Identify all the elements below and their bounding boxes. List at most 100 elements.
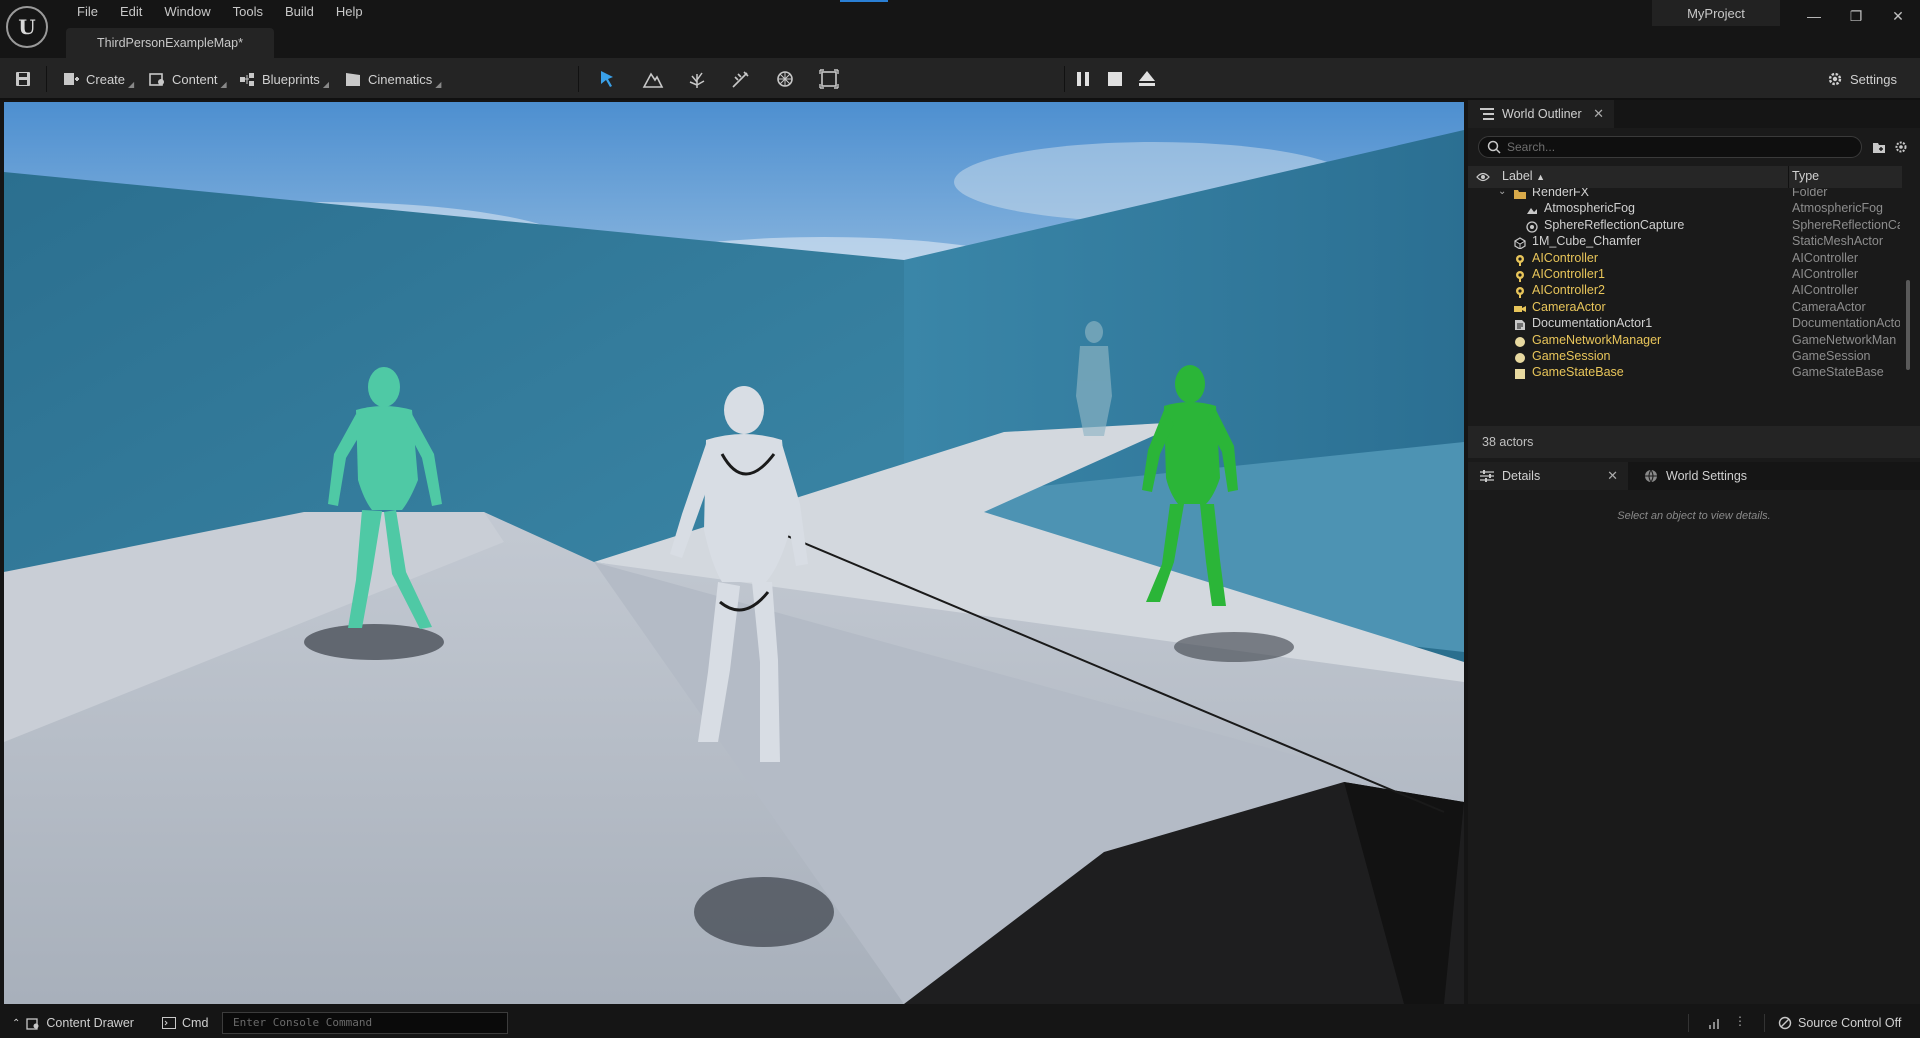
status-bar: ⌃ Content Drawer Cmd Enter Console Comma…	[0, 1008, 1920, 1038]
viewport-scene	[4, 102, 1464, 1004]
menu-edit[interactable]: Edit	[109, 3, 153, 21]
chevron-down-icon: ◢	[128, 79, 135, 89]
outliner-search-input[interactable]: Search...	[1478, 136, 1862, 158]
content-drawer-icon	[26, 1017, 39, 1030]
close-icon[interactable]: ✕	[1607, 468, 1618, 484]
camera-icon	[1514, 301, 1526, 313]
mesh-paint-icon[interactable]	[730, 68, 752, 90]
cmd-button[interactable]: Cmd	[162, 1008, 208, 1038]
create-label: Create	[86, 71, 126, 87]
content-icon	[149, 73, 164, 86]
status-separator	[1764, 1014, 1765, 1032]
menu-help[interactable]: Help	[325, 3, 374, 21]
save-icon	[16, 72, 30, 86]
cinematics-button[interactable]: Cinematics ◢	[344, 67, 441, 91]
content-button[interactable]: Content ◢	[148, 67, 227, 91]
outliner-row-type: GameStateBase	[1792, 365, 1884, 380]
restore-button[interactable]: ❐	[1842, 6, 1870, 26]
controller-icon	[1514, 252, 1526, 266]
search-placeholder: Search...	[1507, 140, 1556, 154]
map-tab[interactable]: ThirdPersonExampleMap*	[66, 28, 274, 58]
fracture-mode-icon[interactable]	[818, 68, 840, 90]
source-control-button[interactable]: Source Control Off	[1778, 1008, 1901, 1038]
derived-data-icon[interactable]	[1708, 1017, 1722, 1029]
create-button[interactable]: Create ◢	[62, 67, 134, 91]
create-icon	[64, 73, 79, 85]
tab-world-settings[interactable]: World Settings	[1632, 462, 1782, 490]
content-drawer-button[interactable]: ⌃ Content Drawer	[12, 1008, 134, 1038]
chevron-down-icon: ◢	[322, 79, 329, 89]
toolbar-separator	[46, 66, 47, 92]
menu-file[interactable]: File	[66, 3, 109, 21]
outliner-row[interactable]: GameStateBase GameStateBase	[1468, 362, 1902, 382]
chevron-down-icon: ◢	[435, 79, 442, 89]
details-tab-bar: Details ✕ World Settings	[1468, 462, 1920, 490]
circle-icon	[1514, 350, 1526, 363]
menu-bar: File Edit Window Tools Build Help	[66, 3, 374, 21]
gear-icon	[1828, 72, 1842, 86]
column-label-text: Label	[1502, 169, 1533, 183]
save-button[interactable]	[14, 67, 32, 91]
outliner-scrollbar[interactable]	[1906, 280, 1910, 370]
search-icon	[1487, 140, 1501, 154]
outliner-list: ⌄ RenderFX Folder AtmosphericFog Atmospheric…	[1468, 188, 1902, 424]
column-label[interactable]: Label ▲	[1502, 169, 1545, 183]
eye-icon[interactable]	[1476, 172, 1490, 182]
details-panel: Select an object to view details.	[1468, 492, 1920, 1004]
actor-count: 38 actors	[1468, 426, 1920, 458]
circle-icon	[1514, 334, 1526, 347]
select-mode-icon[interactable]	[597, 68, 619, 90]
tab-details[interactable]: Details ✕	[1468, 462, 1628, 490]
menu-tools[interactable]: Tools	[222, 3, 274, 21]
source-control-off-icon	[1778, 1016, 1792, 1030]
details-icon	[1480, 470, 1494, 482]
details-hint: Select an object to view details.	[1617, 510, 1771, 522]
blueprints-icon	[240, 73, 254, 86]
modeling-mode-icon[interactable]	[774, 68, 796, 90]
close-icon[interactable]: ✕	[1593, 106, 1604, 122]
tab-details-label: Details	[1502, 469, 1541, 483]
outliner-icon	[1480, 108, 1494, 120]
settings-button[interactable]: Settings	[1826, 67, 1897, 91]
clapperboard-icon	[346, 73, 360, 86]
unreal-logo-icon[interactable]: U	[6, 6, 48, 48]
controller-icon	[1514, 284, 1526, 299]
foliage-mode-icon[interactable]	[686, 68, 708, 90]
folder-icon	[1514, 188, 1526, 199]
tab-world-outliner-label: World Outliner	[1502, 107, 1582, 121]
outliner-tab-bar: World Outliner ✕	[1468, 100, 1920, 128]
gear-icon[interactable]	[1894, 140, 1908, 154]
terminal-icon	[162, 1017, 176, 1029]
mesh-icon	[1514, 235, 1526, 250]
source-control-label: Source Control Off	[1798, 1016, 1902, 1030]
chevron-up-icon: ⌃	[12, 1017, 21, 1029]
console-command-input[interactable]: Enter Console Command	[222, 1012, 508, 1034]
cinematics-label: Cinematics	[368, 71, 433, 87]
main-toolbar: Create ◢ Content ◢ Blueprints ◢ Cinematics ◢…	[0, 58, 1920, 100]
blueprints-button[interactable]: Blueprints ◢	[238, 67, 329, 91]
tab-world-settings-label: World Settings	[1666, 469, 1748, 483]
side-panel: World Outliner ✕ Search... Label ▲ Type …	[1468, 100, 1920, 1004]
minimize-button[interactable]: —	[1800, 6, 1828, 26]
menu-build[interactable]: Build	[274, 3, 325, 21]
globe-icon	[1645, 469, 1657, 483]
cmd-label: Cmd	[182, 1016, 209, 1030]
menu-window[interactable]: Window	[153, 3, 221, 21]
pause-icon[interactable]	[1072, 68, 1094, 90]
tab-world-outliner[interactable]: World Outliner ✕	[1468, 100, 1614, 128]
project-name: MyProject	[1652, 0, 1780, 26]
landscape-mode-icon[interactable]	[642, 68, 664, 90]
column-type[interactable]: Type	[1792, 169, 1819, 183]
square-icon	[1514, 366, 1526, 380]
accent-indicator	[840, 0, 888, 2]
more-options-icon[interactable]: ⋮	[1734, 1014, 1746, 1028]
close-button[interactable]: ✕	[1884, 6, 1912, 26]
eject-icon[interactable]	[1136, 68, 1158, 90]
level-viewport[interactable]	[4, 102, 1464, 1004]
blueprints-label: Blueprints	[262, 71, 320, 87]
stop-icon[interactable]	[1104, 68, 1126, 90]
content-drawer-label: Content Drawer	[46, 1016, 134, 1030]
status-separator	[1688, 1014, 1689, 1032]
settings-label: Settings	[1850, 71, 1897, 87]
add-folder-icon[interactable]	[1872, 140, 1886, 154]
